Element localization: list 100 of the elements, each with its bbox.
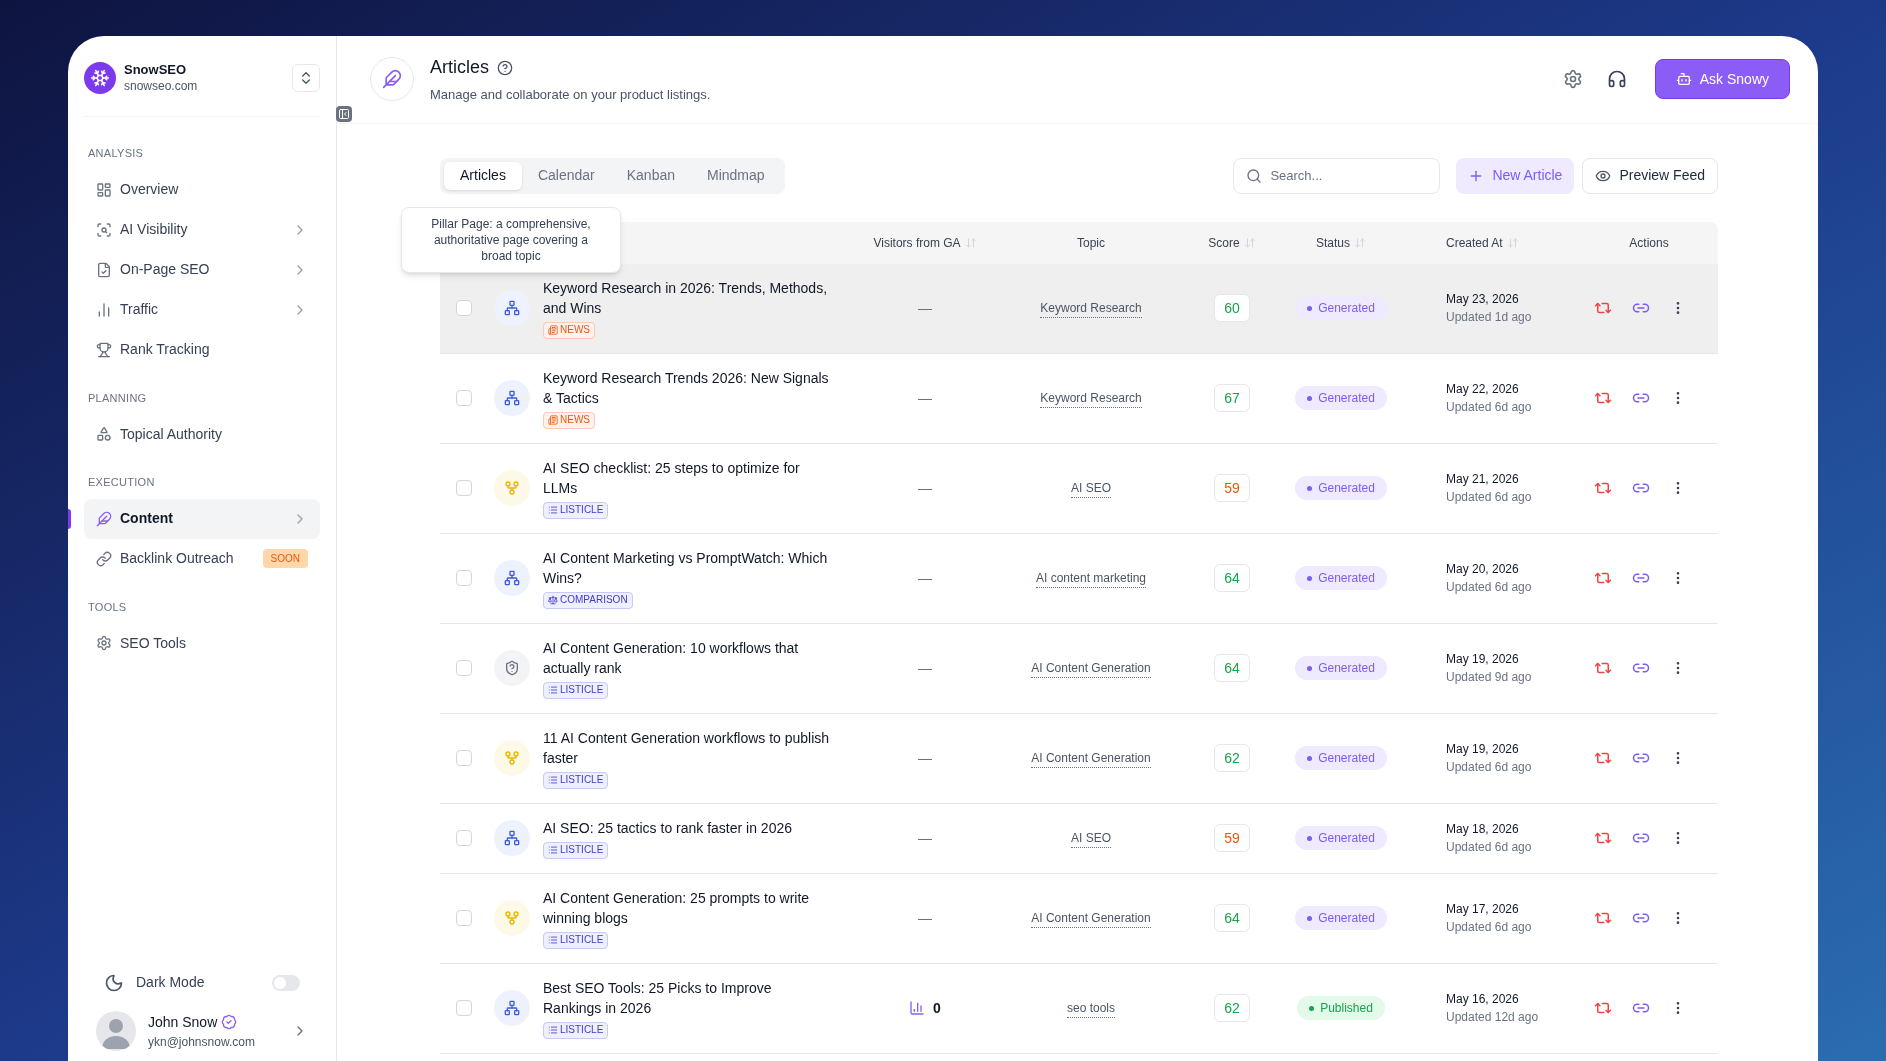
status-pill: Generated [1295,566,1387,590]
active-indicator [68,508,71,529]
row-checkbox[interactable] [456,660,472,676]
updated-time: Updated 6d ago [1446,399,1533,416]
view-tab[interactable]: Mindmap [691,161,781,190]
tag-label: LISTICLE [560,685,604,695]
view-tab[interactable]: Calendar [521,161,611,190]
settings-icon[interactable] [1562,69,1583,90]
score-value: 64 [1214,654,1250,682]
article-title[interactable]: AI SEO: 25 tactics to rank faster in 2026 [543,817,792,838]
score-value: 62 [1214,744,1250,772]
tag-label: LISTICLE [560,845,604,855]
status-pill: Generated [1295,296,1387,320]
row-checkbox[interactable] [456,1000,472,1016]
new-article-button[interactable]: New Article [1456,157,1575,194]
created-date: May 19, 2026 [1446,651,1520,668]
column-header[interactable]: Score [1208,233,1256,252]
article-title[interactable]: AI Content Generation: 25 prompts to write winning blogs [543,887,830,928]
score-value: 62 [1214,994,1250,1022]
nav-item[interactable]: Rank Tracking [84,329,320,370]
shapes-icon [96,426,112,442]
article-title[interactable]: Best SEO Tools: 25 Picks to Improve Rankings in 2026 [543,977,830,1018]
dark-mode-toggle[interactable] [272,974,300,991]
article-title[interactable]: Keyword Research in 2026: Trends, Methods, and Wins [543,277,830,318]
column-header[interactable]: Visitors from GA [873,233,977,252]
shield-question-icon[interactable] [494,650,530,686]
collapse-sidebar-button[interactable] [336,106,352,122]
nav-item[interactable]: Topical Authority [84,414,320,454]
panel-icon [338,108,350,120]
topic-link[interactable]: Keyword Research [1040,388,1142,408]
network-icon[interactable] [494,820,530,856]
network-icon[interactable] [494,380,530,416]
tooltip: Pillar Page: a comprehensive, authoritative page covering a broad topic [401,207,621,273]
article-title[interactable]: 11 AI Content Generation workflows to publish faster [543,727,830,768]
updated-time: Updated 1d ago [1446,309,1533,326]
row-checkbox[interactable] [456,480,472,496]
workspace-switcher[interactable] [292,64,320,92]
row-checkbox[interactable] [456,750,472,766]
nav-item[interactable]: AI Visibility [84,209,320,250]
article-title[interactable]: AI Content Marketing vs PromptWatch: Which Wins? [543,547,830,588]
nav-item[interactable]: SEO Tools [84,623,320,663]
newspaper-icon [548,415,558,425]
settings-icon [96,635,112,651]
column-header[interactable]: Topic [1077,233,1105,252]
view-tab[interactable]: Kanban [610,161,691,190]
network-icon[interactable] [494,560,530,596]
network-icon[interactable] [494,990,530,1026]
view-tab[interactable]: Articles [444,161,522,190]
visitors-value: — [918,908,932,928]
feather-icon [96,510,112,527]
list-icon [548,845,558,855]
sort-icon [1243,236,1256,249]
column-header[interactable]: Status [1316,233,1366,252]
tag-label: NEWS [560,325,590,335]
topic-link[interactable]: Keyword Research [1040,298,1142,318]
network-icon[interactable] [494,290,530,326]
article-title[interactable]: AI SEO checklist: 25 steps to optimize for LLMs [543,457,830,498]
created-date: May 21, 2026 [1446,471,1520,488]
row-checkbox[interactable] [456,300,472,316]
topic-link[interactable]: AI SEO [1071,828,1111,848]
search-field[interactable]: Search... [1233,157,1441,194]
article-title[interactable]: AI Content Generation: 10 workflows that actually rank [543,637,830,678]
help-icon[interactable] [497,59,513,76]
status-pill: Published [1297,996,1385,1020]
topic-link[interactable]: AI content marketing [1035,568,1147,588]
brand-name: SnowSEO [124,62,188,78]
nav-item[interactable]: On-Page SEO [84,249,320,290]
page-subtitle: Manage and collaborate on your product listings. [430,86,711,104]
score-value: 59 [1214,474,1250,502]
status-pill: Generated [1295,476,1387,500]
article-title[interactable]: Keyword Research Trends 2026: New Signals & Tactics [543,367,830,408]
status-pill: Generated [1295,386,1387,410]
ask-snowy-button[interactable]: Ask Snowy [1654,59,1790,100]
headphones-icon[interactable] [1606,69,1627,90]
file-check-icon [96,261,112,278]
row-checkbox[interactable] [456,830,472,846]
topic-link[interactable]: AI Content Generation [1031,908,1151,928]
nav-item[interactable]: Overview [84,169,320,210]
nav-item[interactable]: Backlink Outreach SOON [84,538,320,579]
dark-mode-label: Dark Mode [136,973,205,992]
list-icon [548,935,558,945]
visitors-value: 0 [933,998,941,1018]
list-icon [548,1025,558,1035]
updated-time: Updated 6d ago [1446,759,1533,776]
column-header[interactable]: Created At [1446,233,1519,252]
bar-chart-icon [96,301,112,318]
preview-feed-button[interactable]: Preview Feed [1582,157,1718,194]
topic-link[interactable]: seo tools [1067,998,1115,1018]
row-checkbox[interactable] [456,910,472,926]
table-row[interactable]: Keyword Research in 2026: Trends, Methods, and Wins NEWS — Keyword Research 60 Generated May 23, 2026 Updated 1d ago [440,263,1718,354]
row-checkbox[interactable] [456,390,472,406]
column-header[interactable]: Actions [1629,233,1669,252]
row-checkbox[interactable] [456,570,472,586]
score-value: 60 [1214,294,1250,322]
topic-link[interactable]: AI Content Generation [1031,748,1151,768]
nav-item[interactable]: Content [84,498,320,539]
topic-link[interactable]: AI Content Generation [1031,658,1151,678]
search-input[interactable]: Search... [1270,165,1428,186]
topic-link[interactable]: AI SEO [1071,478,1111,498]
nav-item[interactable]: Traffic [84,289,320,330]
